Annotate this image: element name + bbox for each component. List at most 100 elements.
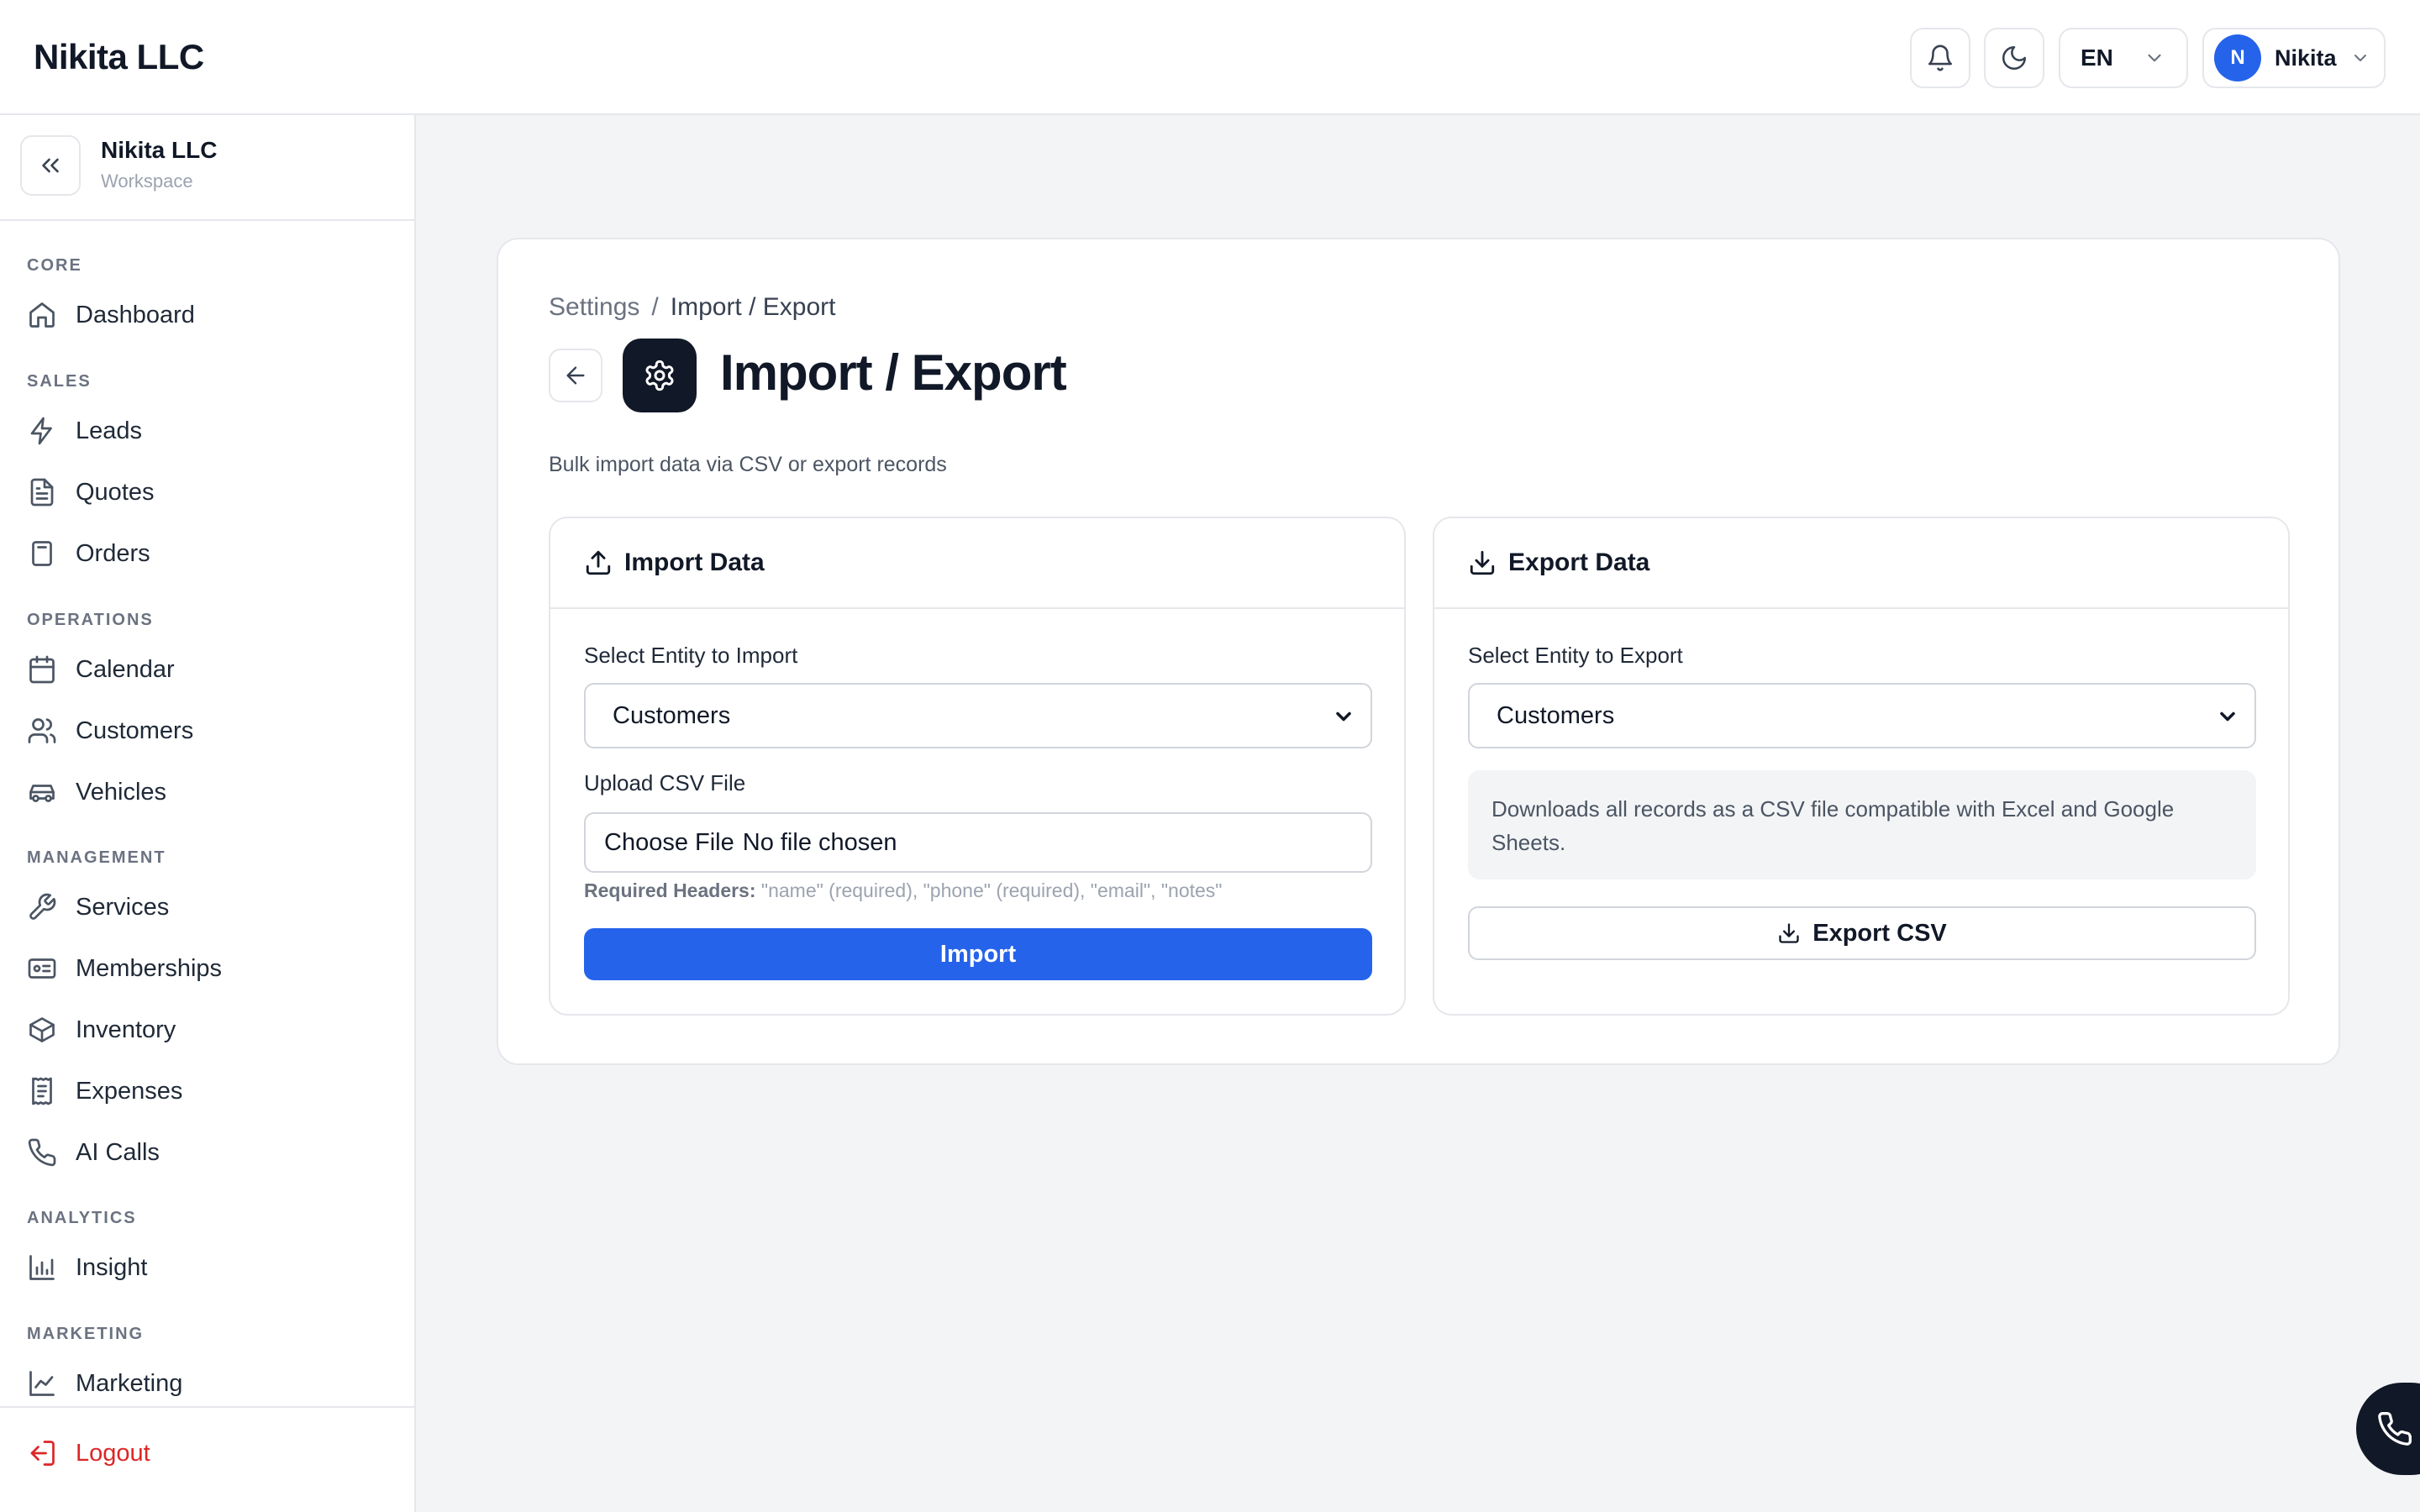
gear-icon (643, 359, 676, 392)
sidebar-item-label: Expenses (76, 1077, 183, 1105)
wrench-icon (27, 892, 57, 922)
import-export-card: Settings / Import / Export Import / Expo… (497, 238, 2340, 1065)
brand-title: Nikita LLC (34, 37, 204, 76)
export-csv-button[interactable]: Export CSV (1468, 906, 2256, 960)
sidebar-item-label: Insight (76, 1253, 148, 1281)
import-entity-select[interactable]: Customers (584, 683, 1372, 748)
breadcrumb: Settings / Import / Export (549, 293, 835, 322)
clipboard-icon (27, 538, 57, 569)
collapse-sidebar-button[interactable] (20, 135, 81, 196)
choose-file-button[interactable]: Choose File (604, 829, 734, 857)
import-panel-header: Import Data (550, 518, 1404, 609)
chevron-down-icon (2216, 705, 2239, 728)
file-status: No file chosen (742, 828, 897, 856)
language-value: EN (2081, 45, 2113, 71)
workspace-label: Workspace (101, 171, 193, 192)
hint-text: "name" (required), "phone" (required), "… (760, 879, 1223, 901)
settings-tile (623, 339, 697, 412)
sidebar-item-inventory[interactable]: Inventory (27, 1007, 397, 1053)
sidebar-item-dashboard[interactable]: Dashboard (27, 292, 397, 338)
sidebar-footer: Logout (0, 1406, 414, 1512)
hint-label: Required Headers: (584, 879, 756, 901)
export-info-text: Downloads all records as a CSV file comp… (1468, 770, 2256, 879)
chevron-down-icon (2144, 47, 2165, 69)
sidebar-item-vehicles[interactable]: Vehicles (27, 769, 397, 815)
section-management: MANAGEMENT (27, 848, 166, 867)
section-analytics: ANALYTICS (27, 1209, 137, 1227)
phone-icon (27, 1137, 57, 1168)
export-panel-title: Export Data (1508, 549, 1650, 576)
csv-file-input[interactable]: Choose File No file chosen (584, 812, 1372, 873)
sidebar-item-calendar[interactable]: Calendar (27, 647, 397, 692)
sidebar-item-insight[interactable]: Insight (27, 1245, 397, 1290)
file-text-icon (27, 477, 57, 507)
export-panel-header: Export Data (1434, 518, 2288, 609)
import-entity-label: Select Entity to Import (584, 643, 798, 668)
receipt-icon (27, 1076, 57, 1106)
sidebar-item-label: Leads (76, 417, 143, 444)
breadcrumb-settings-link[interactable]: Settings (549, 293, 639, 322)
sidebar-item-label: Marketing (76, 1369, 183, 1397)
id-card-icon (27, 953, 57, 984)
chevrons-left-icon (36, 151, 65, 180)
sidebar-item-quotes[interactable]: Quotes (27, 470, 397, 515)
call-fab-button[interactable] (2356, 1383, 2420, 1475)
user-menu-button[interactable]: N Nikita (2202, 28, 2386, 88)
import-button[interactable]: Import (584, 928, 1372, 980)
sidebar-item-label: AI Calls (76, 1138, 160, 1166)
log-out-icon (27, 1438, 57, 1468)
line-chart-icon (27, 1368, 57, 1399)
sidebar-item-leads[interactable]: Leads (27, 408, 397, 454)
sidebar-item-memberships[interactable]: Memberships (27, 946, 397, 991)
sidebar-item-customers[interactable]: Customers (27, 708, 397, 753)
bell-icon (1926, 44, 1954, 72)
zap-icon (27, 416, 57, 446)
arrow-left-icon (562, 362, 589, 389)
logout-label: Logout (76, 1439, 150, 1467)
workspace-name: Nikita LLC (101, 137, 218, 163)
user-name: Nikita (2275, 45, 2337, 71)
sidebar-item-label: Dashboard (76, 301, 195, 328)
notifications-button[interactable] (1910, 28, 1970, 88)
theme-toggle-button[interactable] (1984, 28, 2044, 88)
download-icon (1468, 549, 1497, 577)
download-icon (1777, 921, 1801, 945)
sidebar-item-label: Calendar (76, 655, 175, 683)
export-csv-label: Export CSV (1812, 919, 1947, 947)
import-entity-value: Customers (613, 701, 731, 729)
sidebar: Nikita LLC Workspace CORE Dashboard SALE… (0, 115, 416, 1512)
section-sales: SALES (27, 372, 92, 391)
export-entity-select[interactable]: Customers (1468, 683, 2256, 748)
sidebar-item-label: Vehicles (76, 778, 167, 806)
import-panel: Import Data Select Entity to Import Cust… (549, 517, 1406, 1016)
sidebar-item-label: Orders (76, 539, 150, 567)
sidebar-item-label: Customers (76, 717, 194, 744)
breadcrumb-separator: / (651, 293, 659, 321)
export-panel: Export Data Select Entity to Export Cust… (1433, 517, 2290, 1016)
sidebar-item-ai-calls[interactable]: AI Calls (27, 1130, 397, 1175)
package-icon (27, 1015, 57, 1045)
workspace-header: Nikita LLC Workspace (0, 115, 414, 221)
home-icon (27, 300, 57, 330)
language-select[interactable]: EN (2059, 28, 2188, 88)
section-marketing: MARKETING (27, 1325, 145, 1343)
sidebar-item-expenses[interactable]: Expenses (27, 1068, 397, 1114)
sidebar-item-orders[interactable]: Orders (27, 531, 397, 576)
sidebar-item-marketing[interactable]: Marketing (27, 1361, 397, 1406)
chevron-down-icon (1332, 705, 1355, 728)
sidebar-item-label: Memberships (76, 954, 223, 982)
export-entity-value: Customers (1497, 701, 1615, 729)
sidebar-item-services[interactable]: Services (27, 885, 397, 930)
upload-csv-label: Upload CSV File (584, 770, 746, 795)
breadcrumb-current: Import / Export (670, 293, 836, 321)
sidebar-item-label: Quotes (76, 478, 155, 506)
import-panel-title: Import Data (624, 549, 765, 576)
required-headers-hint: Required Headers: "name" (required), "ph… (584, 879, 1222, 902)
back-button[interactable] (549, 349, 602, 402)
calendar-icon (27, 654, 57, 685)
section-operations: OPERATIONS (27, 611, 154, 629)
upload-icon (584, 549, 613, 577)
logout-button[interactable]: Logout (27, 1438, 150, 1468)
sidebar-item-label: Inventory (76, 1016, 176, 1043)
users-icon (27, 716, 57, 746)
